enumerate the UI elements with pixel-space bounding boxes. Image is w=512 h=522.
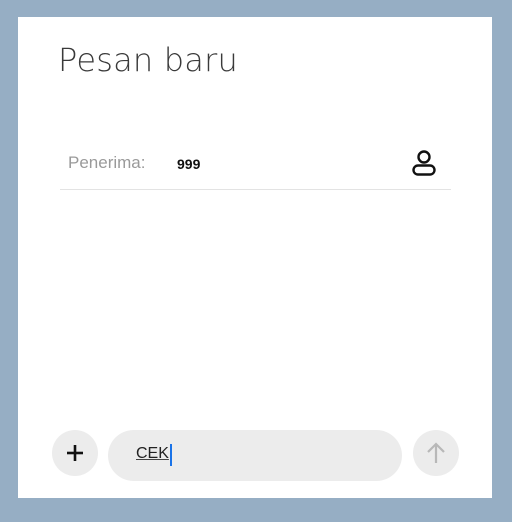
arrow-up-icon xyxy=(427,442,445,463)
new-message-window: Pesan baru Penerima: 999 CEK xyxy=(18,17,492,498)
plus-icon xyxy=(67,445,83,461)
message-text[interactable]: CEK xyxy=(136,445,169,463)
message-input[interactable]: CEK xyxy=(108,430,402,481)
page-title: Pesan baru xyxy=(58,41,238,79)
contact-person-icon[interactable] xyxy=(411,149,437,177)
text-caret xyxy=(170,444,172,466)
recipient-label: Penerima: xyxy=(68,153,146,172)
recipient-value[interactable]: 999 xyxy=(177,156,200,172)
send-button[interactable] xyxy=(413,430,459,476)
recipient-field[interactable]: Penerima: 999 xyxy=(60,135,451,190)
add-attachment-button[interactable] xyxy=(52,430,98,476)
